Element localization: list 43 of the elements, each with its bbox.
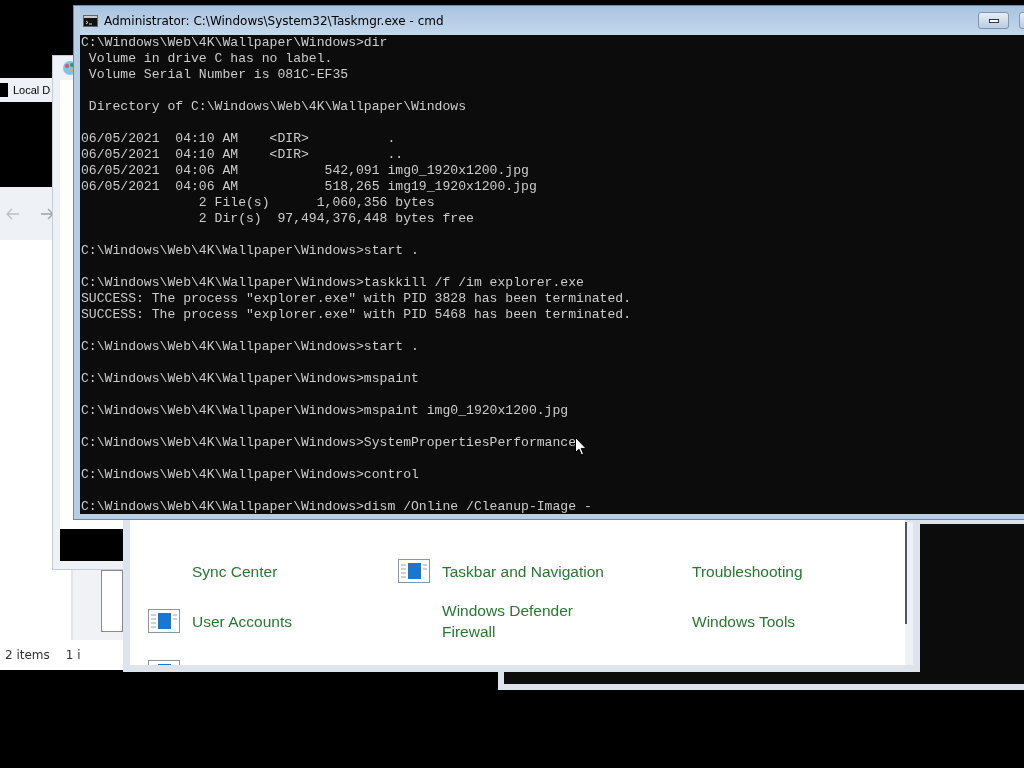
console-line: Volume Serial Number is 081C-EF35 [87,67,349,83]
control-panel-link[interactable]: Windows Tools [692,610,796,632]
panel-box [101,570,123,632]
console-line: 06/05/2021 04:10 AM <DIR> . [81,131,396,147]
console-line: SUCCESS: The process "explorer.exe" with PID 5468 has been terminated. [81,307,632,323]
control-panel-link[interactable]: Sync Center [192,560,278,582]
status-text: 1 i [65,648,81,662]
app-icon [0,83,8,97]
terminal-icon [83,14,98,27]
window-icon [148,609,180,633]
console-line: 06/05/2021 04:06 AM 542,091 img0_1920x1200.jpg [81,163,529,179]
preview-pane [60,529,124,561]
console-line: Volume in drive C has no label. [87,51,333,67]
console-line: C:\Windows\Web\4K\Wallpaper\Windows>start . [81,243,419,259]
console-line: C:\Windows\Web\4K\Wallpaper\Windows>start . [81,339,419,355]
console-line: 2 File(s) 1,060,356 bytes [197,195,435,211]
window-title: Local D [13,84,51,96]
minimize-button[interactable] [978,12,1009,29]
control-panel-link[interactable]: Taskbar and Navigation [442,560,604,582]
console-line: C:\Windows\Web\4K\Wallpaper\Windows>SystemPropertiesPerformance [81,435,577,451]
status-text: 2 items [5,648,50,662]
back-icon[interactable] [6,207,20,220]
console-line: C:\Windows\Web\4K\Wallpaper\Windows>mspaint [81,371,419,387]
console-line: 06/05/2021 04:10 AM <DIR> .. [81,147,404,163]
scrollbar[interactable] [905,522,913,665]
console-line: C:\Windows\Web\4K\Wallpaper\Windows>control [81,467,419,483]
minimize-icon [988,18,999,23]
forward-icon[interactable] [40,207,54,220]
window-title: Administrator: C:\Windows\System32\Taskmgr.exe - cmd [104,13,445,28]
console-line: C:\Windows\Web\4K\Wallpaper\Windows>dism /Online /Cleanup-Image - [81,499,592,514]
console-line: 2 Dir(s) 97,494,376,448 bytes free [197,211,474,227]
console-line: C:\Windows\Web\4K\Wallpaper\Windows>dir [81,35,388,51]
window-icon [398,559,430,583]
console-line: Directory of C:\Windows\Web\4K\Wallpaper\Windows [87,99,467,115]
console-line: SUCCESS: The process "explorer.exe" with PID 3828 has been terminated. [81,291,632,307]
console-line: C:\Windows\Web\4K\Wallpaper\Windows>taskkill /f /im explorer.exe [81,275,584,291]
control-panel-link[interactable]: Windows Defender Firewall [442,600,612,642]
control-panel-link[interactable]: User Accounts [192,610,292,632]
scroll-thumb[interactable] [905,522,907,624]
cursor-icon [575,437,587,456]
control-panel-link[interactable]: Troubleshooting [692,560,803,582]
console-line: C:\Windows\Web\4K\Wallpaper\Windows>mspaint img0_1920x1200.jpg [81,403,569,419]
console-line: 06/05/2021 04:06 AM 518,265 img19_1920x1200.jpg [81,179,537,195]
